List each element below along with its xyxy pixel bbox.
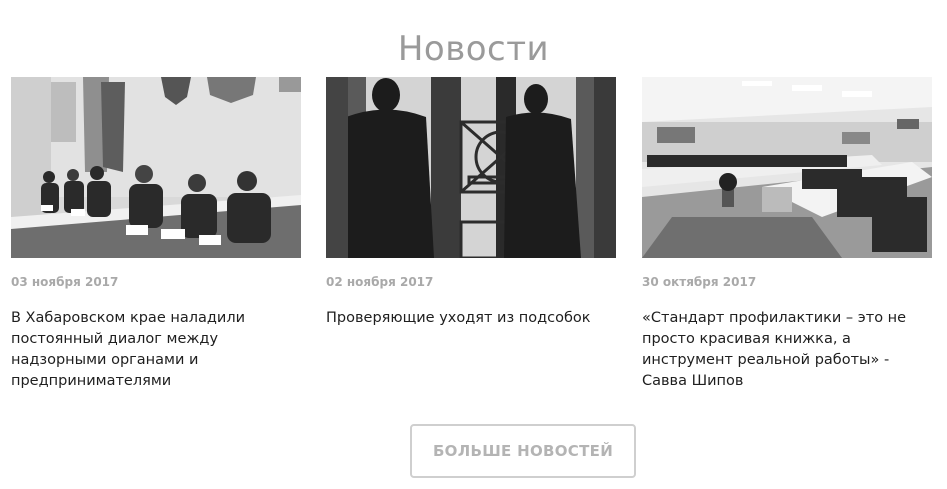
news-date: 30 октября 2017 [642,275,757,289]
news-title-link[interactable]: Проверяющие уходят из подсобок [326,308,611,329]
news-card: 03 ноября 2017 В Хабаровском крае налади… [11,77,303,392]
news-title-link[interactable]: «Стандарт профилактики – это не просто к… [642,308,927,392]
news-card: 02 ноября 2017 Проверяющие уходят из под… [326,77,618,329]
more-news-button[interactable]: БОЛЬШЕ НОВОСТЕЙ [410,424,636,478]
news-card: 30 октября 2017 «Стандарт профилактики –… [642,77,934,392]
news-photo-conference[interactable] [642,77,932,258]
news-date: 03 ноября 2017 [11,275,119,289]
section-title: Новости [397,28,550,69]
news-photo-meeting[interactable] [11,77,301,258]
news-title-link[interactable]: В Хабаровском крае наладили постоянный д… [11,308,296,392]
news-date: 02 ноября 2017 [326,275,434,289]
news-photo-inspectors[interactable] [326,77,616,258]
